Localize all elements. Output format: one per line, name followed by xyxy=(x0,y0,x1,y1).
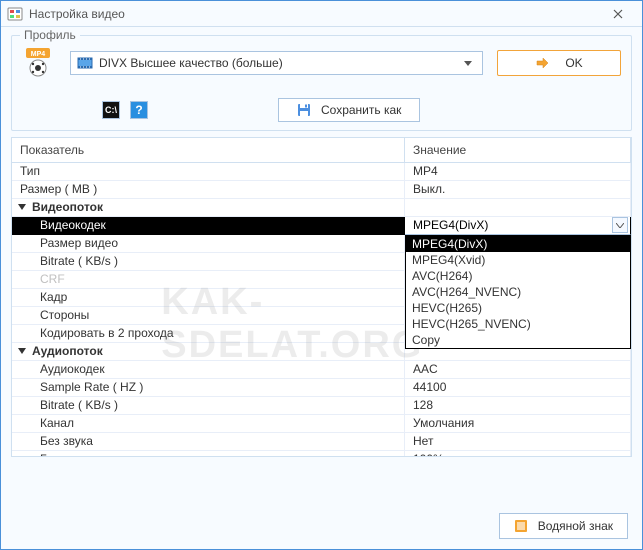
value-cell[interactable]: MPEG4(DivX) xyxy=(405,217,631,235)
mp4-icon: MP4 xyxy=(22,46,56,80)
dropdown-option[interactable]: HEVC(H265) xyxy=(406,300,630,316)
profile-row: MP4 DIVX Высшее качество (больше) OK xyxy=(22,46,621,80)
param-cell: Аудиопоток xyxy=(12,343,405,361)
param-cell: Размер видео xyxy=(12,235,405,253)
watermark-button[interactable]: Водяной знак xyxy=(499,513,628,539)
table-body: ТипMP4Размер ( MB )Выкл.ВидеопотокВидеок… xyxy=(12,163,631,456)
watermark-button-label: Водяной знак xyxy=(538,519,613,533)
param-cell: Аудиокодек xyxy=(12,361,405,379)
table-row[interactable]: Bitrate ( KB/s )128 xyxy=(12,397,631,415)
profile-select[interactable]: DIVX Высшее качество (больше) xyxy=(70,51,483,75)
header-param[interactable]: Показатель xyxy=(12,138,405,163)
profile-row-2: C:\ ? Сохранить как xyxy=(22,98,621,122)
param-cell: Без звука xyxy=(12,433,405,451)
help-icon-button[interactable]: ? xyxy=(130,101,148,119)
table-row[interactable]: Sample Rate ( HZ )44100 xyxy=(12,379,631,397)
value-cell xyxy=(405,199,631,217)
param-cell: Видеокодек xyxy=(12,217,405,235)
app-icon xyxy=(7,6,23,22)
param-cell: CRF xyxy=(12,271,405,289)
param-cell: Кодировать в 2 прохода xyxy=(12,325,405,343)
cmd-icon-button[interactable]: C:\ xyxy=(102,101,120,119)
chevron-down-icon xyxy=(460,52,476,74)
ok-button-label: OK xyxy=(565,56,582,70)
profile-select-text: DIVX Высшее качество (больше) xyxy=(99,56,460,70)
param-cell: Громкость xyxy=(12,451,405,456)
profile-legend: Профиль xyxy=(20,28,80,42)
save-as-button[interactable]: Сохранить как xyxy=(278,98,420,122)
header-value[interactable]: Значение xyxy=(405,138,631,163)
value-cell: 100% xyxy=(405,451,631,456)
settings-table: Показатель Значение ТипMP4Размер ( MB )В… xyxy=(11,137,632,457)
dropdown-option[interactable]: AVC(H264_NVENC) xyxy=(406,284,630,300)
arrow-right-icon xyxy=(535,56,549,70)
dropdown-option[interactable]: HEVC(H265_NVENC) xyxy=(406,316,630,332)
table-row[interactable]: ТипMP4 xyxy=(12,163,631,181)
table-row[interactable]: Без звукаНет xyxy=(12,433,631,451)
profile-fieldset: Профиль MP4 DIVX Высшее качество (больше… xyxy=(11,35,632,131)
table-row[interactable]: ВидеокодекMPEG4(DivX) xyxy=(12,217,631,235)
param-cell: Видеопоток xyxy=(12,199,405,217)
param-cell: Стороны xyxy=(12,307,405,325)
table-row[interactable]: Размер ( MB )Выкл. xyxy=(12,181,631,199)
value-cell: Нет xyxy=(405,433,631,451)
value-cell: AAC xyxy=(405,361,631,379)
value-cell: Выкл. xyxy=(405,181,631,199)
value-cell: 44100 xyxy=(405,379,631,397)
ok-button[interactable]: OK xyxy=(497,50,621,76)
watermark-icon xyxy=(514,519,528,533)
param-cell: Bitrate ( KB/s ) xyxy=(12,397,405,415)
param-cell: Размер ( MB ) xyxy=(12,181,405,199)
param-cell: Кадр xyxy=(12,289,405,307)
window-title: Настройка видео xyxy=(29,7,600,21)
value-cell: MP4 xyxy=(405,163,631,181)
dropdown-arrow[interactable] xyxy=(612,217,628,233)
param-cell: Канал xyxy=(12,415,405,433)
close-button[interactable] xyxy=(600,4,636,24)
param-cell: Sample Rate ( HZ ) xyxy=(12,379,405,397)
value-cell: 128 xyxy=(405,397,631,415)
filmstrip-icon xyxy=(77,55,93,71)
dropdown-option[interactable]: MPEG4(DivX) xyxy=(406,236,630,252)
table-row[interactable]: КаналУмолчания xyxy=(12,415,631,433)
floppy-icon xyxy=(297,103,311,117)
param-cell: Тип xyxy=(12,163,405,181)
dropdown-option[interactable]: Copy xyxy=(406,332,630,348)
dropdown-option[interactable]: AVC(H264) xyxy=(406,268,630,284)
dropdown-option[interactable]: MPEG4(Xvid) xyxy=(406,252,630,268)
table-header: Показатель Значение xyxy=(12,138,631,163)
param-cell: Bitrate ( KB/s ) xyxy=(12,253,405,271)
codec-dropdown[interactable]: MPEG4(DivX)MPEG4(Xvid)AVC(H264)AVC(H264_… xyxy=(405,235,631,349)
table-row[interactable]: Громкость100% xyxy=(12,451,631,456)
table-row[interactable]: Видеопоток xyxy=(12,199,631,217)
save-as-label: Сохранить как xyxy=(321,103,401,117)
svg-text:MP4: MP4 xyxy=(31,51,46,58)
titlebar: Настройка видео xyxy=(1,1,642,27)
table-row[interactable]: АудиокодекAAC xyxy=(12,361,631,379)
value-cell: Умолчания xyxy=(405,415,631,433)
